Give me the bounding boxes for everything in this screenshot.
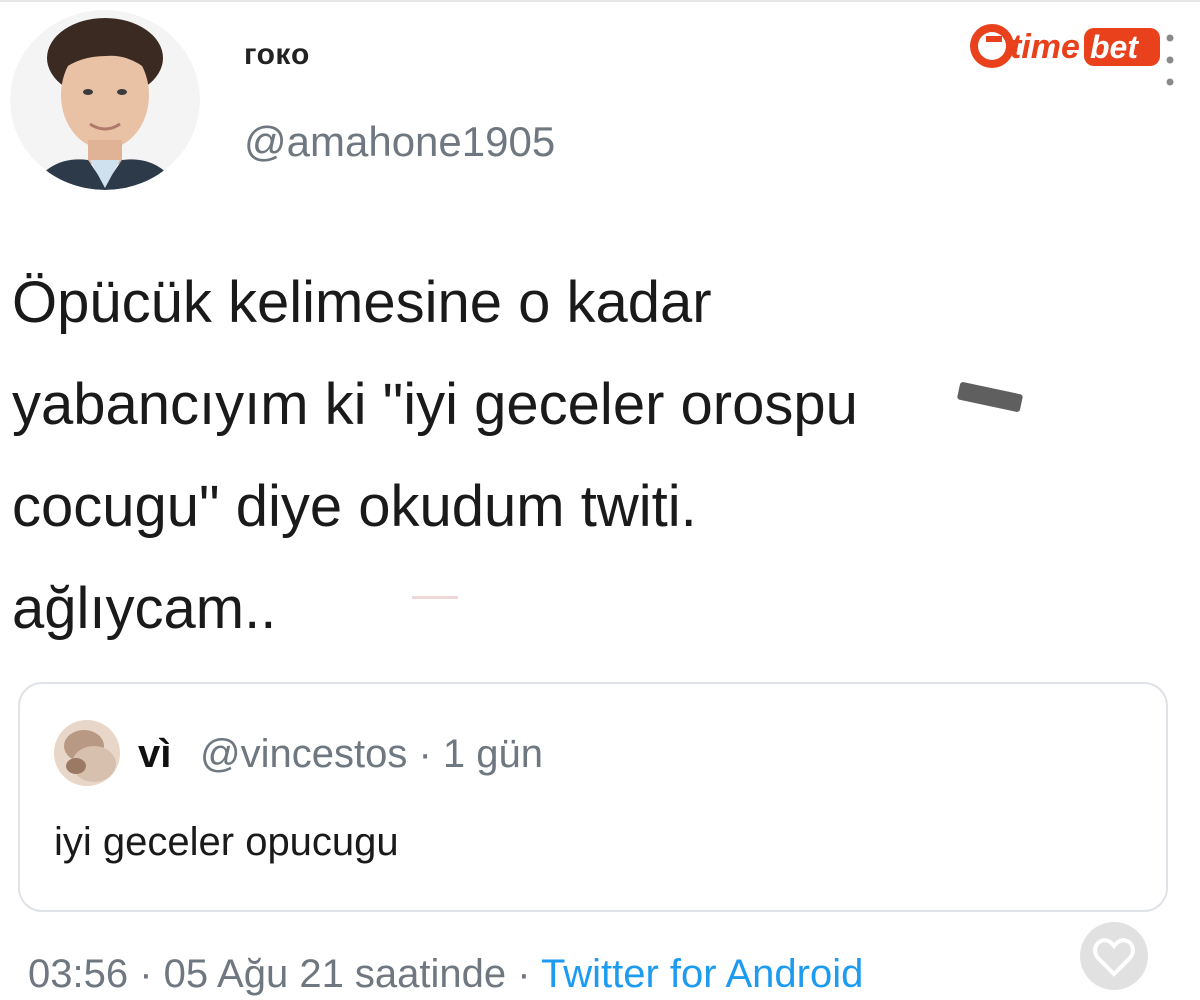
tweet-timestamp[interactable]: 03:56 · 05 Ağu 21 saatinde <box>28 952 506 996</box>
quoted-separator: · <box>407 732 443 776</box>
heart-icon[interactable] <box>1078 920 1150 992</box>
quoted-meta: @vincestos · 1 gün <box>200 732 543 777</box>
faint-mark <box>412 596 458 599</box>
svg-text:time: time <box>1010 28 1080 66</box>
footer-separator: · <box>506 952 541 996</box>
quoted-tweet-card[interactable]: vì @vincestos · 1 gün iyi geceler opucug… <box>18 682 1168 912</box>
quoted-age: 1 gün <box>442 732 543 776</box>
author-avatar[interactable] <box>10 10 200 190</box>
more-dots-icon[interactable] <box>1166 30 1174 90</box>
quoted-avatar[interactable] <box>54 720 120 786</box>
tweet-source-link[interactable]: Twitter for Android <box>541 952 863 996</box>
svg-text:bet: bet <box>1090 29 1139 65</box>
author-handle[interactable]: @amahone1905 <box>244 118 555 166</box>
top-divider <box>0 0 1200 2</box>
quoted-display-name[interactable]: vì <box>138 732 171 777</box>
author-display-name[interactable]: гокo <box>244 38 310 72</box>
tweet-text: Öpücük kelimesine o kadar yabancıyım ki … <box>12 270 858 641</box>
quoted-text: iyi geceler opucugu <box>54 820 399 864</box>
tweet-footer: 03:56 · 05 Ağu 21 saatinde · Twitter for… <box>28 952 863 997</box>
timebet-logo: time bet <box>966 18 1162 74</box>
quoted-handle[interactable]: @vincestos <box>200 732 407 776</box>
